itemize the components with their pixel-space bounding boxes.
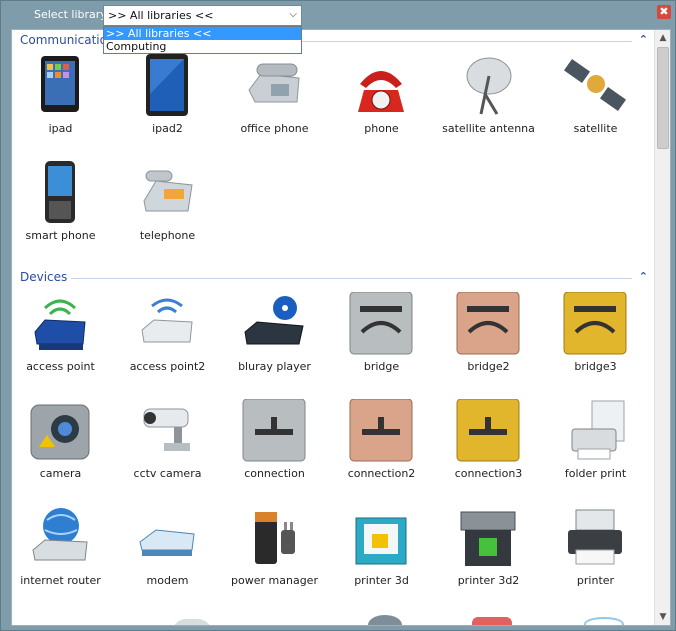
ipad2-icon (146, 54, 188, 116)
scroll-down-icon[interactable]: ▼ (655, 609, 670, 625)
printer-3d2-icon (460, 511, 516, 566)
shape-library-panel: Communications ⌃ ipad ipad2 office phone… (11, 29, 671, 626)
shape-label: modem (146, 574, 189, 587)
dropdown-option-computing[interactable]: Computing (104, 40, 301, 53)
shape-folder-print[interactable]: folder print (542, 399, 649, 495)
shape-label: access point (26, 360, 95, 373)
connection2-icon (349, 399, 413, 462)
power-manager-icon (255, 512, 295, 564)
access-point2-icon (141, 298, 193, 343)
shape-label: office phone (240, 122, 309, 135)
shape-label: connection (244, 467, 305, 480)
collapse-icon[interactable]: ⌃ (639, 270, 648, 283)
office-phone-icon (248, 63, 300, 103)
printer-3d-icon (355, 517, 407, 565)
satellite-icon (563, 58, 627, 112)
folder-print-icon (571, 400, 625, 460)
phone-icon (358, 71, 404, 112)
shape-printer-3d[interactable]: printer 3d (328, 506, 435, 602)
shape-printer-3d2[interactable]: printer 3d2 (435, 506, 542, 602)
shape-camera[interactable]: camera (12, 399, 114, 495)
smart-phone-icon (45, 161, 75, 223)
access-point-icon (34, 299, 86, 350)
printer-icon (568, 509, 622, 565)
ipad-icon (41, 56, 79, 112)
shape-label: bridge2 (467, 360, 510, 373)
shape-access-point2[interactable]: access point2 (114, 292, 221, 388)
close-icon[interactable]: ✖ (657, 5, 671, 19)
shape-ipad[interactable]: ipad (12, 54, 114, 150)
shape-label: connection3 (454, 467, 523, 480)
shape-bluray-player[interactable]: bluray player (221, 292, 328, 388)
shape-label: printer 3d2 (457, 574, 520, 587)
shape-bridge2[interactable]: bridge2 (435, 292, 542, 388)
shape-satellite-antenna[interactable]: satellite antenna (435, 54, 542, 150)
chevron-down-icon[interactable]: ⌵ (289, 9, 297, 20)
shape-phone[interactable]: phone (328, 54, 435, 150)
connection-icon (242, 399, 306, 462)
shape-label: ipad (48, 122, 73, 135)
shape-label: bridge3 (574, 360, 617, 373)
shape-internet-router[interactable]: internet router (12, 506, 114, 602)
next-row-partial (32, 613, 652, 625)
shape-telephone[interactable]: telephone (114, 161, 221, 257)
shape-label: camera (39, 467, 82, 480)
shape-access-point[interactable]: access point (12, 292, 114, 388)
shape-connection2[interactable]: connection2 (328, 399, 435, 495)
shape-label: ipad2 (152, 122, 183, 135)
section-title: Devices (20, 270, 72, 284)
collapse-icon[interactable]: ⌃ (639, 33, 648, 46)
bridge-icon (349, 292, 413, 355)
shape-label: printer 3d (354, 574, 409, 587)
camera-icon (30, 404, 90, 460)
shape-printer[interactable]: printer (542, 506, 649, 602)
shape-label: satellite antenna (442, 122, 535, 135)
section-header-devices[interactable]: Devices ⌃ (20, 270, 648, 286)
vertical-scrollbar[interactable]: ▲ ▼ (654, 30, 670, 625)
shape-ipad2[interactable]: ipad2 (114, 54, 221, 150)
dropdown-option-all-libraries[interactable]: >> All libraries << (104, 27, 301, 40)
shape-connection[interactable]: connection (221, 399, 328, 495)
shape-modem[interactable]: modem (114, 506, 221, 602)
shape-label: connection2 (347, 467, 416, 480)
shape-label: internet router (20, 574, 101, 587)
cctv-camera-icon (143, 408, 190, 451)
shape-label: access point2 (129, 360, 206, 373)
shape-label: smart phone (25, 229, 96, 242)
shape-label: printer (576, 574, 615, 587)
bridge2-icon (456, 292, 520, 355)
shape-label: satellite (573, 122, 618, 135)
library-select[interactable]: >> All libraries << ⌵ (103, 5, 302, 26)
select-library-label: Select library (34, 8, 107, 21)
shape-label: phone (364, 122, 399, 135)
shape-bridge3[interactable]: bridge3 (542, 292, 649, 388)
toolbar: Select library >> All libraries << ⌵ ✖ (1, 1, 676, 29)
shape-label: folder print (564, 467, 627, 480)
shape-label: telephone (139, 229, 196, 242)
modem-icon (139, 529, 195, 556)
library-window: Select library >> All libraries << ⌵ ✖ C… (0, 0, 676, 631)
shape-label: bluray player (238, 360, 311, 373)
shape-power-manager[interactable]: power manager (221, 506, 328, 602)
shape-bridge[interactable]: bridge (328, 292, 435, 388)
library-select-value: >> All libraries << (108, 9, 214, 22)
scroll-thumb[interactable] (657, 47, 669, 149)
shape-cctv-camera[interactable]: cctv camera (114, 399, 221, 495)
shape-office-phone[interactable]: office phone (221, 54, 328, 150)
shape-label: cctv camera (133, 467, 202, 480)
connection3-icon (456, 399, 520, 462)
shape-connection3[interactable]: connection3 (435, 399, 542, 495)
internet-router-icon (32, 508, 88, 561)
library-dropdown-list[interactable]: >> All libraries << Computing (103, 26, 302, 54)
scroll-up-icon[interactable]: ▲ (655, 30, 670, 46)
satellite-antenna-icon (466, 57, 512, 115)
bluray-player-icon (244, 296, 304, 345)
shape-smart-phone[interactable]: smart phone (12, 161, 114, 257)
section-divider (20, 278, 632, 279)
bridge3-icon (563, 292, 627, 355)
telephone-icon (143, 170, 193, 212)
shape-label: bridge (363, 360, 400, 373)
shape-label: power manager (231, 574, 318, 587)
shape-satellite[interactable]: satellite (542, 54, 649, 150)
